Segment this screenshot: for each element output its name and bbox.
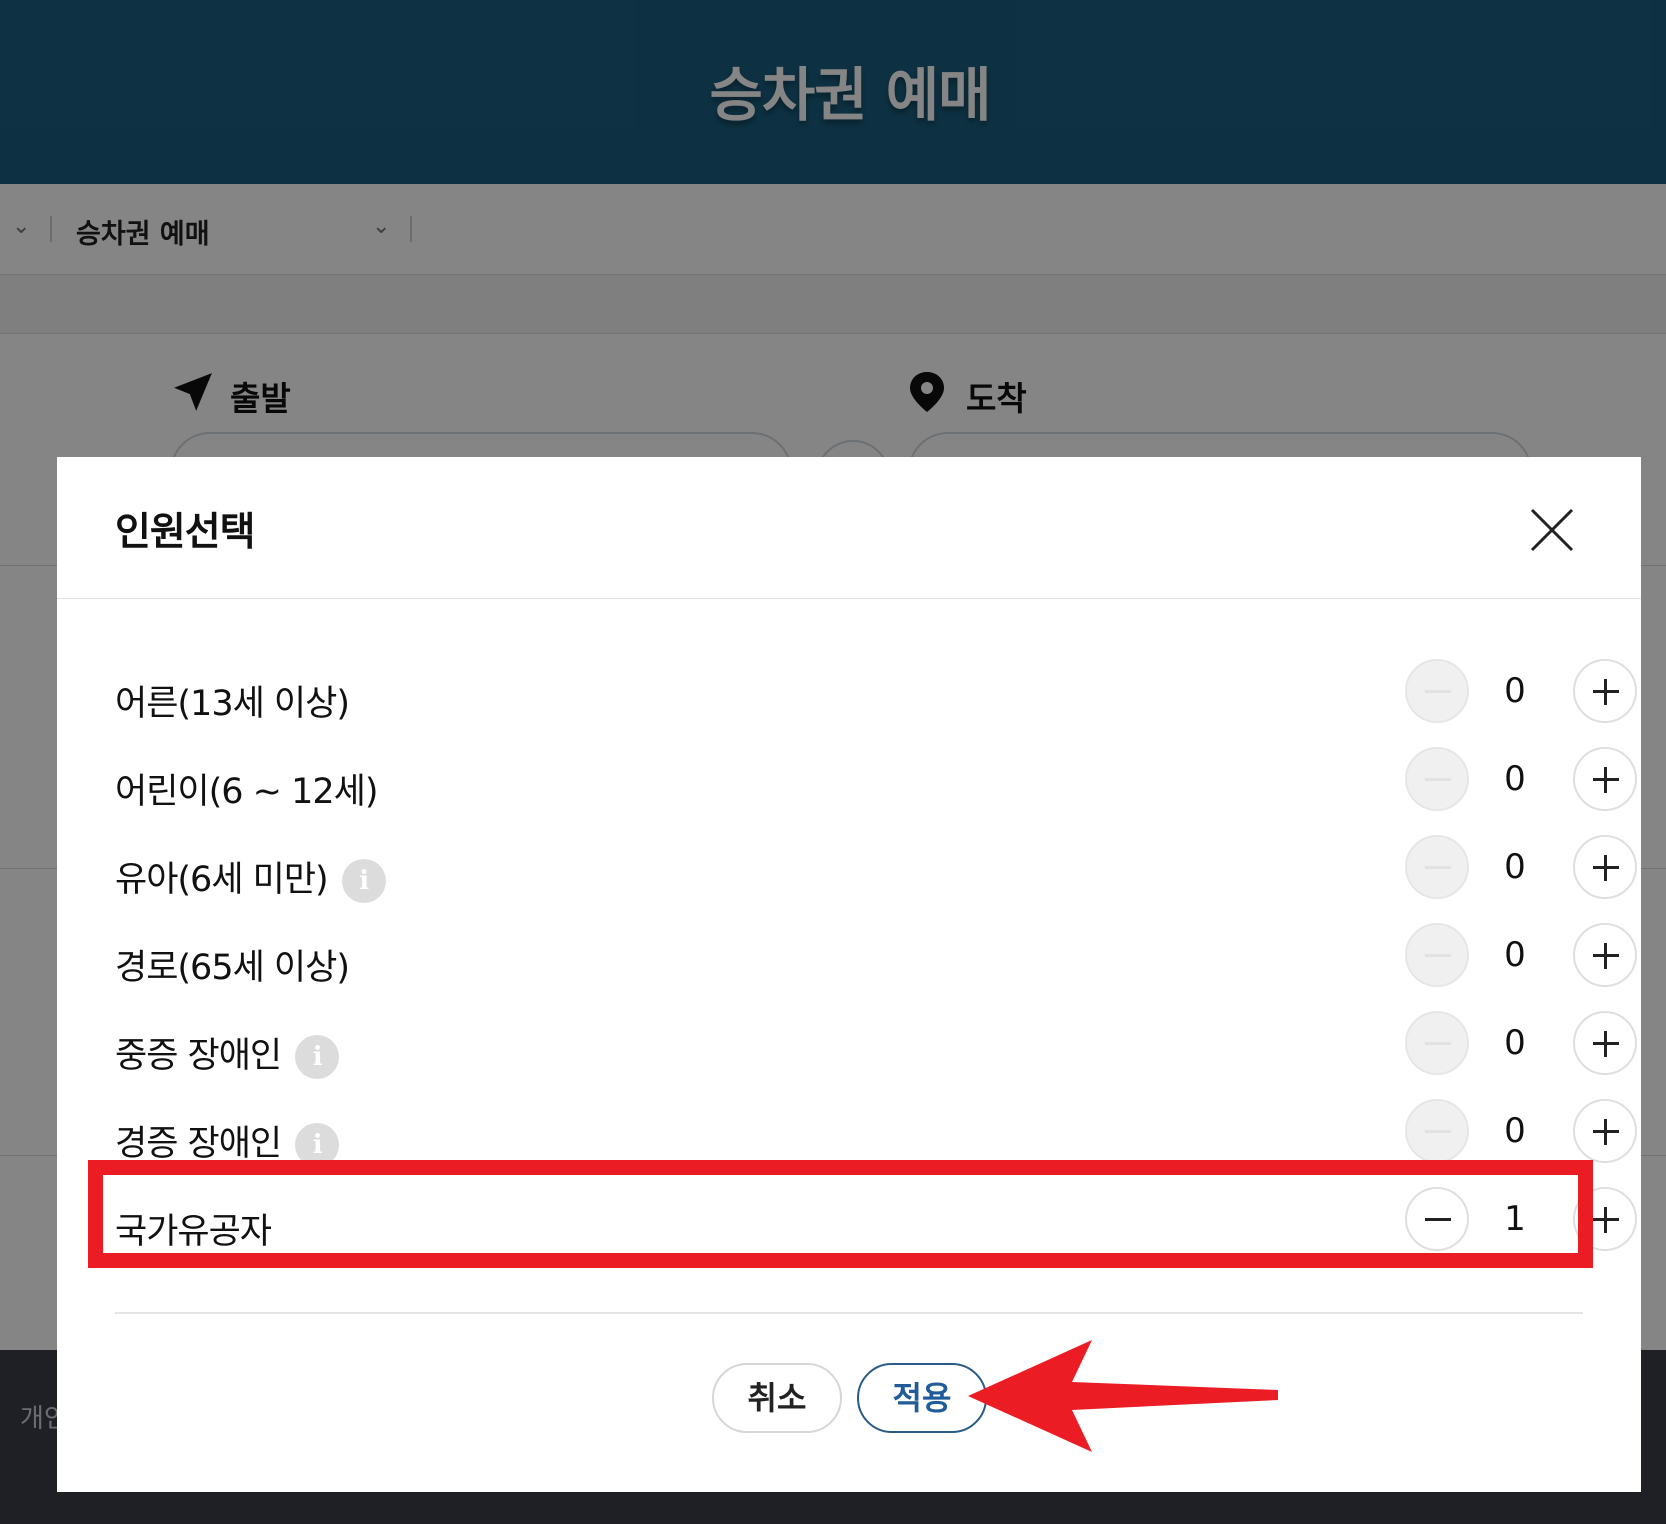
passenger-row-senior: 경로(65세 이상) 0 xyxy=(115,915,1637,1003)
passenger-row-adult: 어른(13세 이상) 0 xyxy=(115,651,1637,739)
decrease-button[interactable] xyxy=(1405,1011,1469,1075)
passenger-type-label: 어른(13세 이상) xyxy=(115,684,350,724)
passenger-row-severe-disability: 중증 장애인 i 0 xyxy=(115,1003,1637,1091)
passenger-count: 0 xyxy=(1504,935,1526,975)
increase-button[interactable] xyxy=(1573,835,1637,899)
passenger-type-label: 경증 장애인 xyxy=(115,1124,282,1164)
passenger-count: 0 xyxy=(1504,759,1526,799)
passenger-count: 0 xyxy=(1504,847,1526,887)
passenger-type-label-wrap: 유아(6세 미만) i xyxy=(115,851,386,903)
info-icon[interactable]: i xyxy=(295,1035,340,1079)
passenger-row-infant: 유아(6세 미만) i 0 xyxy=(115,827,1637,915)
passenger-count: 0 xyxy=(1504,1023,1526,1063)
passenger-type-label: 유아(6세 미만) xyxy=(115,860,329,900)
passenger-type-label-wrap: 중증 장애인 i xyxy=(115,1027,340,1079)
decrease-button[interactable] xyxy=(1405,659,1469,723)
passenger-select-modal: 인원선택 어른(13세 이상) 0 어린이(6 ~ 12세) 0 유아(6세 미… xyxy=(57,457,1641,1492)
passenger-type-label: 어린이(6 ~ 12세) xyxy=(115,772,378,812)
close-icon[interactable] xyxy=(1527,505,1577,555)
modal-title: 인원선택 xyxy=(115,510,256,555)
info-icon[interactable]: i xyxy=(341,859,386,903)
highlight-box xyxy=(88,1160,1593,1268)
passenger-count: 0 xyxy=(1504,1111,1526,1151)
passenger-type-label: 중증 장애인 xyxy=(115,1036,282,1076)
pointer-arrow-icon xyxy=(968,1340,1278,1452)
decrease-button[interactable] xyxy=(1405,835,1469,899)
passenger-row-child: 어린이(6 ~ 12세) 0 xyxy=(115,739,1637,827)
increase-button[interactable] xyxy=(1573,923,1637,987)
passenger-type-label: 경로(65세 이상) xyxy=(115,948,350,988)
modal-header: 인원선택 xyxy=(57,457,1641,599)
increase-button[interactable] xyxy=(1573,1011,1637,1075)
increase-button[interactable] xyxy=(1573,747,1637,811)
increase-button[interactable] xyxy=(1573,1099,1637,1163)
decrease-button[interactable] xyxy=(1405,923,1469,987)
increase-button[interactable] xyxy=(1573,659,1637,723)
passenger-count: 0 xyxy=(1504,671,1526,711)
modal-divider xyxy=(115,1312,1583,1314)
decrease-button[interactable] xyxy=(1405,747,1469,811)
cancel-button[interactable]: 취소 xyxy=(712,1363,842,1433)
decrease-button[interactable] xyxy=(1405,1099,1469,1163)
